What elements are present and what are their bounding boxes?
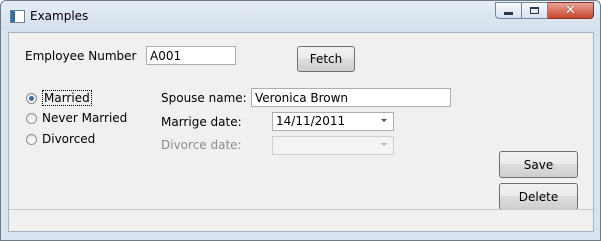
window: Examples ✕ Employee Number A001 Fetch Ma… — [0, 0, 601, 241]
form-area: Employee Number A001 Fetch Married Never… — [8, 32, 594, 232]
save-button[interactable]: Save — [499, 151, 578, 178]
window-title: Examples — [30, 9, 89, 23]
marriage-date-value: 14/11/2011 — [276, 114, 346, 128]
radio-never-married-label: Never Married — [42, 111, 128, 125]
spouse-name-input[interactable]: Veronica Brown — [251, 88, 451, 107]
title-bar[interactable]: Examples ✕ — [1, 1, 600, 31]
status-bar — [9, 209, 593, 231]
radio-married-label: Married — [42, 90, 92, 106]
dropdown-arrow-icon[interactable] — [381, 119, 387, 122]
app-window-icon — [10, 10, 25, 23]
marriage-date-picker[interactable]: 14/11/2011 — [272, 112, 394, 131]
minimize-button[interactable] — [495, 2, 522, 19]
close-button[interactable]: ✕ — [548, 2, 594, 19]
divorce-date-label: Divorce date: — [161, 138, 242, 152]
radio-unselected-icon — [26, 112, 37, 124]
radio-divorced-label: Divorced — [42, 132, 96, 146]
employee-number-label: Employee Number — [25, 49, 137, 63]
divorce-date-picker[interactable] — [272, 136, 394, 155]
radio-never-married[interactable]: Never Married — [26, 111, 127, 125]
radio-divorced[interactable]: Divorced — [26, 132, 95, 146]
employee-number-input[interactable]: A001 — [146, 46, 236, 65]
spouse-name-label: Spouse name: — [161, 91, 247, 105]
window-controls: ✕ — [495, 2, 594, 20]
radio-selected-icon — [26, 92, 37, 104]
radio-married[interactable]: Married — [26, 90, 92, 106]
fetch-button[interactable]: Fetch — [297, 46, 355, 72]
maximize-icon — [530, 7, 539, 14]
marriage-date-label: Marrige date: — [161, 115, 242, 129]
close-icon: ✕ — [565, 3, 576, 18]
delete-button[interactable]: Delete — [499, 183, 578, 210]
dropdown-arrow-icon — [381, 143, 387, 146]
maximize-button[interactable] — [522, 2, 548, 19]
minimize-icon — [504, 12, 513, 15]
radio-unselected-icon — [26, 133, 37, 145]
